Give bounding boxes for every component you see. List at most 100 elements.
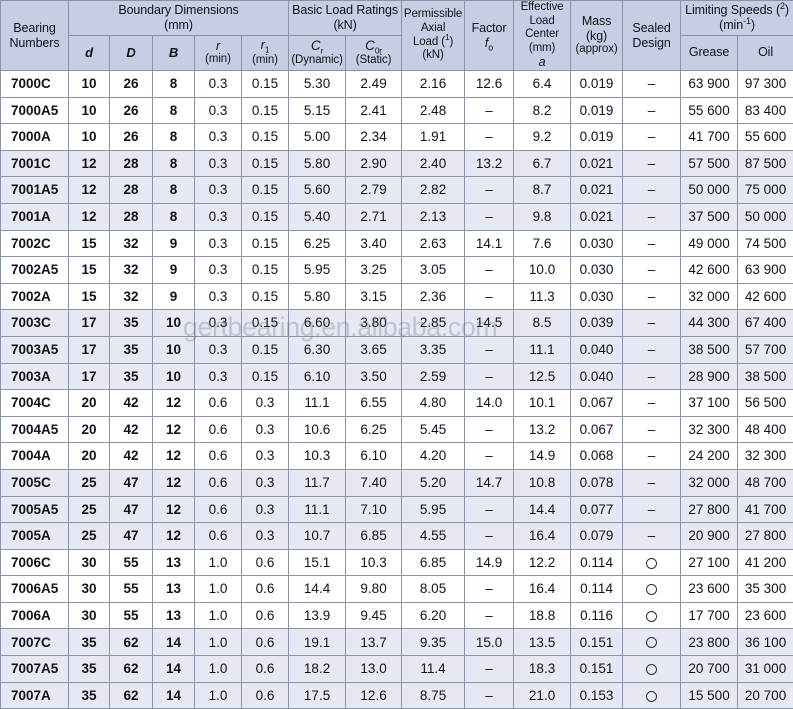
cell-bearing-number: 7000A5: [1, 97, 69, 124]
cell-B: 12: [153, 416, 195, 443]
cell-factor: –: [465, 283, 514, 310]
header-elc-line2: Center: [514, 28, 570, 42]
table-row: 7001A122880.30.155.402.712.13–9.80.021–3…: [1, 203, 793, 230]
cell-c0r: 6.85: [346, 523, 402, 550]
cell-mass: 0.019: [571, 97, 623, 124]
cell-d: 12: [69, 203, 110, 230]
cell-bearing-number: 7006C: [1, 549, 69, 576]
cell-D: 55: [110, 576, 153, 603]
cell-c0r: 2.41: [346, 97, 402, 124]
cell-B: 10: [153, 310, 195, 337]
cell-B: 12: [153, 443, 195, 470]
cell-factor: 12.6: [465, 71, 514, 98]
header-permissible-line1: Permissible: [402, 8, 464, 22]
cell-r: 0.3: [195, 177, 242, 204]
cell-D: 55: [110, 549, 153, 576]
cell-permissible-axial-load: 5.20: [402, 469, 465, 496]
cell-d: 17: [69, 336, 110, 363]
cell-effective-load-center: 6.4: [514, 71, 571, 98]
cell-factor: –: [465, 602, 514, 629]
cell-d: 10: [69, 124, 110, 151]
cell-limiting-speed-grease: 23 600: [681, 576, 738, 603]
cell-D: 47: [110, 469, 153, 496]
cell-r1: 0.15: [242, 203, 289, 230]
header-permissible-unit: (kN): [402, 49, 464, 63]
cell-sealed-design: –: [623, 177, 681, 204]
cell-mass: 0.021: [571, 177, 623, 204]
cell-r: 0.3: [195, 97, 242, 124]
cell-limiting-speed-grease: 17 700: [681, 602, 738, 629]
cell-D: 35: [110, 310, 153, 337]
cell-factor: –: [465, 416, 514, 443]
cell-limiting-speed-oil: 83 400: [738, 97, 793, 124]
cell-d: 15: [69, 257, 110, 284]
cell-limiting-speed-oil: 67 400: [738, 310, 793, 337]
cell-permissible-axial-load: 3.35: [402, 336, 465, 363]
cell-D: 28: [110, 150, 153, 177]
cell-bearing-number: 7004A: [1, 443, 69, 470]
header-boundary-dimensions-unit: (mm): [69, 18, 288, 33]
table-row: 7004A52042120.60.310.66.255.45–13.20.067…: [1, 416, 793, 443]
cell-B: 14: [153, 656, 195, 683]
cell-r: 0.6: [195, 496, 242, 523]
cell-d: 25: [69, 523, 110, 550]
cell-permissible-axial-load: 2.63: [402, 230, 465, 257]
cell-sealed-design: –: [623, 203, 681, 230]
cell-bearing-number: 7002A5: [1, 257, 69, 284]
cell-effective-load-center: 12.5: [514, 363, 571, 390]
cell-D: 35: [110, 363, 153, 390]
cell-bearing-number: 7003A5: [1, 336, 69, 363]
header-r: r (min): [195, 35, 242, 70]
table-header: Bearing Numbers Boundary Dimensions (mm)…: [1, 1, 793, 71]
cell-cr: 5.40: [289, 203, 346, 230]
cell-sealed-design: [623, 576, 681, 603]
cell-mass: 0.039: [571, 310, 623, 337]
cell-r1: 0.3: [242, 416, 289, 443]
cell-B: 12: [153, 390, 195, 417]
cell-d: 15: [69, 230, 110, 257]
header-mass-approx: (approx): [571, 43, 622, 57]
cell-cr: 5.60: [289, 177, 346, 204]
cell-cr: 19.1: [289, 629, 346, 656]
table-body: 7000C102680.30.155.302.492.1612.66.40.01…: [1, 71, 793, 709]
cell-c0r: 6.25: [346, 416, 402, 443]
cell-effective-load-center: 8.2: [514, 97, 571, 124]
cell-D: 26: [110, 97, 153, 124]
cell-r: 1.0: [195, 656, 242, 683]
cell-D: 32: [110, 257, 153, 284]
sealed-design-circle-icon: [646, 611, 657, 622]
cell-r1: 0.6: [242, 629, 289, 656]
cell-permissible-axial-load: 2.16: [402, 71, 465, 98]
cell-d: 10: [69, 97, 110, 124]
header-basic-load-ratings-label: Basic Load Ratings: [289, 3, 401, 18]
header-B: B: [153, 35, 195, 70]
cell-cr: 5.30: [289, 71, 346, 98]
cell-mass: 0.030: [571, 230, 623, 257]
cell-factor: 14.9: [465, 549, 514, 576]
cell-bearing-number: 7005A5: [1, 496, 69, 523]
cell-limiting-speed-oil: 42 600: [738, 283, 793, 310]
cell-d: 30: [69, 549, 110, 576]
cell-cr: 6.25: [289, 230, 346, 257]
cell-r: 0.6: [195, 390, 242, 417]
cell-r1: 0.6: [242, 682, 289, 709]
cell-cr: 5.80: [289, 150, 346, 177]
table-row: 7003A51735100.30.156.303.653.35–11.10.04…: [1, 336, 793, 363]
cell-factor: –: [465, 97, 514, 124]
cell-bearing-number: 7007C: [1, 629, 69, 656]
header-grease: Grease: [681, 35, 738, 70]
cell-D: 42: [110, 443, 153, 470]
cell-B: 8: [153, 203, 195, 230]
cell-mass: 0.077: [571, 496, 623, 523]
cell-r: 0.3: [195, 283, 242, 310]
cell-effective-load-center: 6.7: [514, 150, 571, 177]
sealed-design-circle-icon: [646, 691, 657, 702]
header-boundary-dimensions: Boundary Dimensions (mm): [69, 1, 289, 36]
header-limiting-speeds-unit: (min-1): [681, 18, 793, 33]
cell-d: 12: [69, 177, 110, 204]
cell-mass: 0.019: [571, 124, 623, 151]
cell-D: 42: [110, 416, 153, 443]
header-permissible-axial-load: Permissible Axial Load (1) (kN): [402, 1, 465, 71]
cell-limiting-speed-grease: 32 300: [681, 416, 738, 443]
cell-permissible-axial-load: 2.82: [402, 177, 465, 204]
